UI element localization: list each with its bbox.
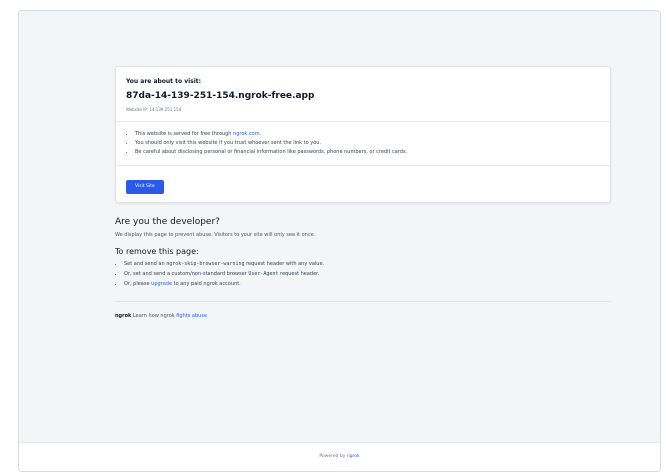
card-header: You are about to visit: 87da-14-139-251-…	[116, 67, 610, 122]
card-body: This website is served for free through …	[116, 122, 610, 166]
visit-kicker: You are about to visit:	[126, 78, 202, 85]
ngrok-logo-text: ngrok	[115, 313, 132, 319]
visit-site-button[interactable]: Visit Site	[126, 180, 164, 194]
ngrok-link[interactable]: ngrok.com	[233, 131, 260, 137]
remove-heading: To remove this page:	[115, 247, 199, 256]
upgrade-link[interactable]: upgrade	[151, 281, 172, 287]
remove-list: Set and send an ngrok-skip-browser-warni…	[115, 259, 611, 289]
bullet-text: This website is served for free through	[135, 131, 234, 137]
item-text: request header with any value.	[244, 261, 325, 267]
developer-heading: Are you the developer?	[115, 217, 220, 227]
card-footer: Visit Site	[116, 166, 610, 202]
website-ip: Website IP: 14.139.251.154	[126, 107, 182, 112]
item-text: Or, please	[124, 281, 152, 287]
list-item: Be careful about disclosing personal or …	[135, 148, 600, 157]
user-agent-code: User-Agent	[248, 271, 279, 277]
list-item: Or, please upgrade to any paid ngrok acc…	[124, 279, 611, 289]
brand-line: ngrok Learn how ngrok fights abuse	[115, 312, 611, 320]
page-footer: Powered by ngrok	[19, 442, 660, 471]
target-hostname: 87da-14-139-251-154.ngrok-free.app	[126, 91, 315, 101]
warning-card: You are about to visit: 87da-14-139-251-…	[115, 66, 611, 203]
list-item: Or, set and send a custom/non-standard b…	[124, 269, 611, 279]
list-item: Set and send an ngrok-skip-browser-warni…	[124, 259, 611, 269]
brand-text: Learn how ngrok	[131, 313, 177, 319]
item-text: Or, set and send a custom/non-standard b…	[124, 271, 249, 277]
item-text: request header.	[278, 271, 320, 277]
header-code: ngrok-skip-browser-warning	[166, 261, 245, 267]
main-content: You are about to visit: 87da-14-139-251-…	[115, 66, 611, 320]
developer-text: We display this page to prevent abuse. V…	[115, 232, 316, 238]
footer-text: Powered by	[319, 454, 347, 459]
fights-abuse-link[interactable]: fights abuse	[176, 313, 207, 319]
browser-page: You are about to visit: 87da-14-139-251-…	[18, 10, 661, 472]
footer-ngrok-link[interactable]: ngrok	[347, 454, 360, 459]
list-item: You should only visit this website if yo…	[135, 139, 600, 148]
bullet-text: .	[259, 131, 262, 137]
remove-section: To remove this page: Set and send an ngr…	[115, 246, 611, 289]
item-text: to any paid ngrok account.	[172, 281, 241, 287]
list-item: This website is served for free through …	[135, 130, 600, 139]
divider	[115, 301, 611, 302]
warning-list: This website is served for free through …	[126, 130, 600, 157]
item-text: Set and send an	[124, 261, 167, 267]
